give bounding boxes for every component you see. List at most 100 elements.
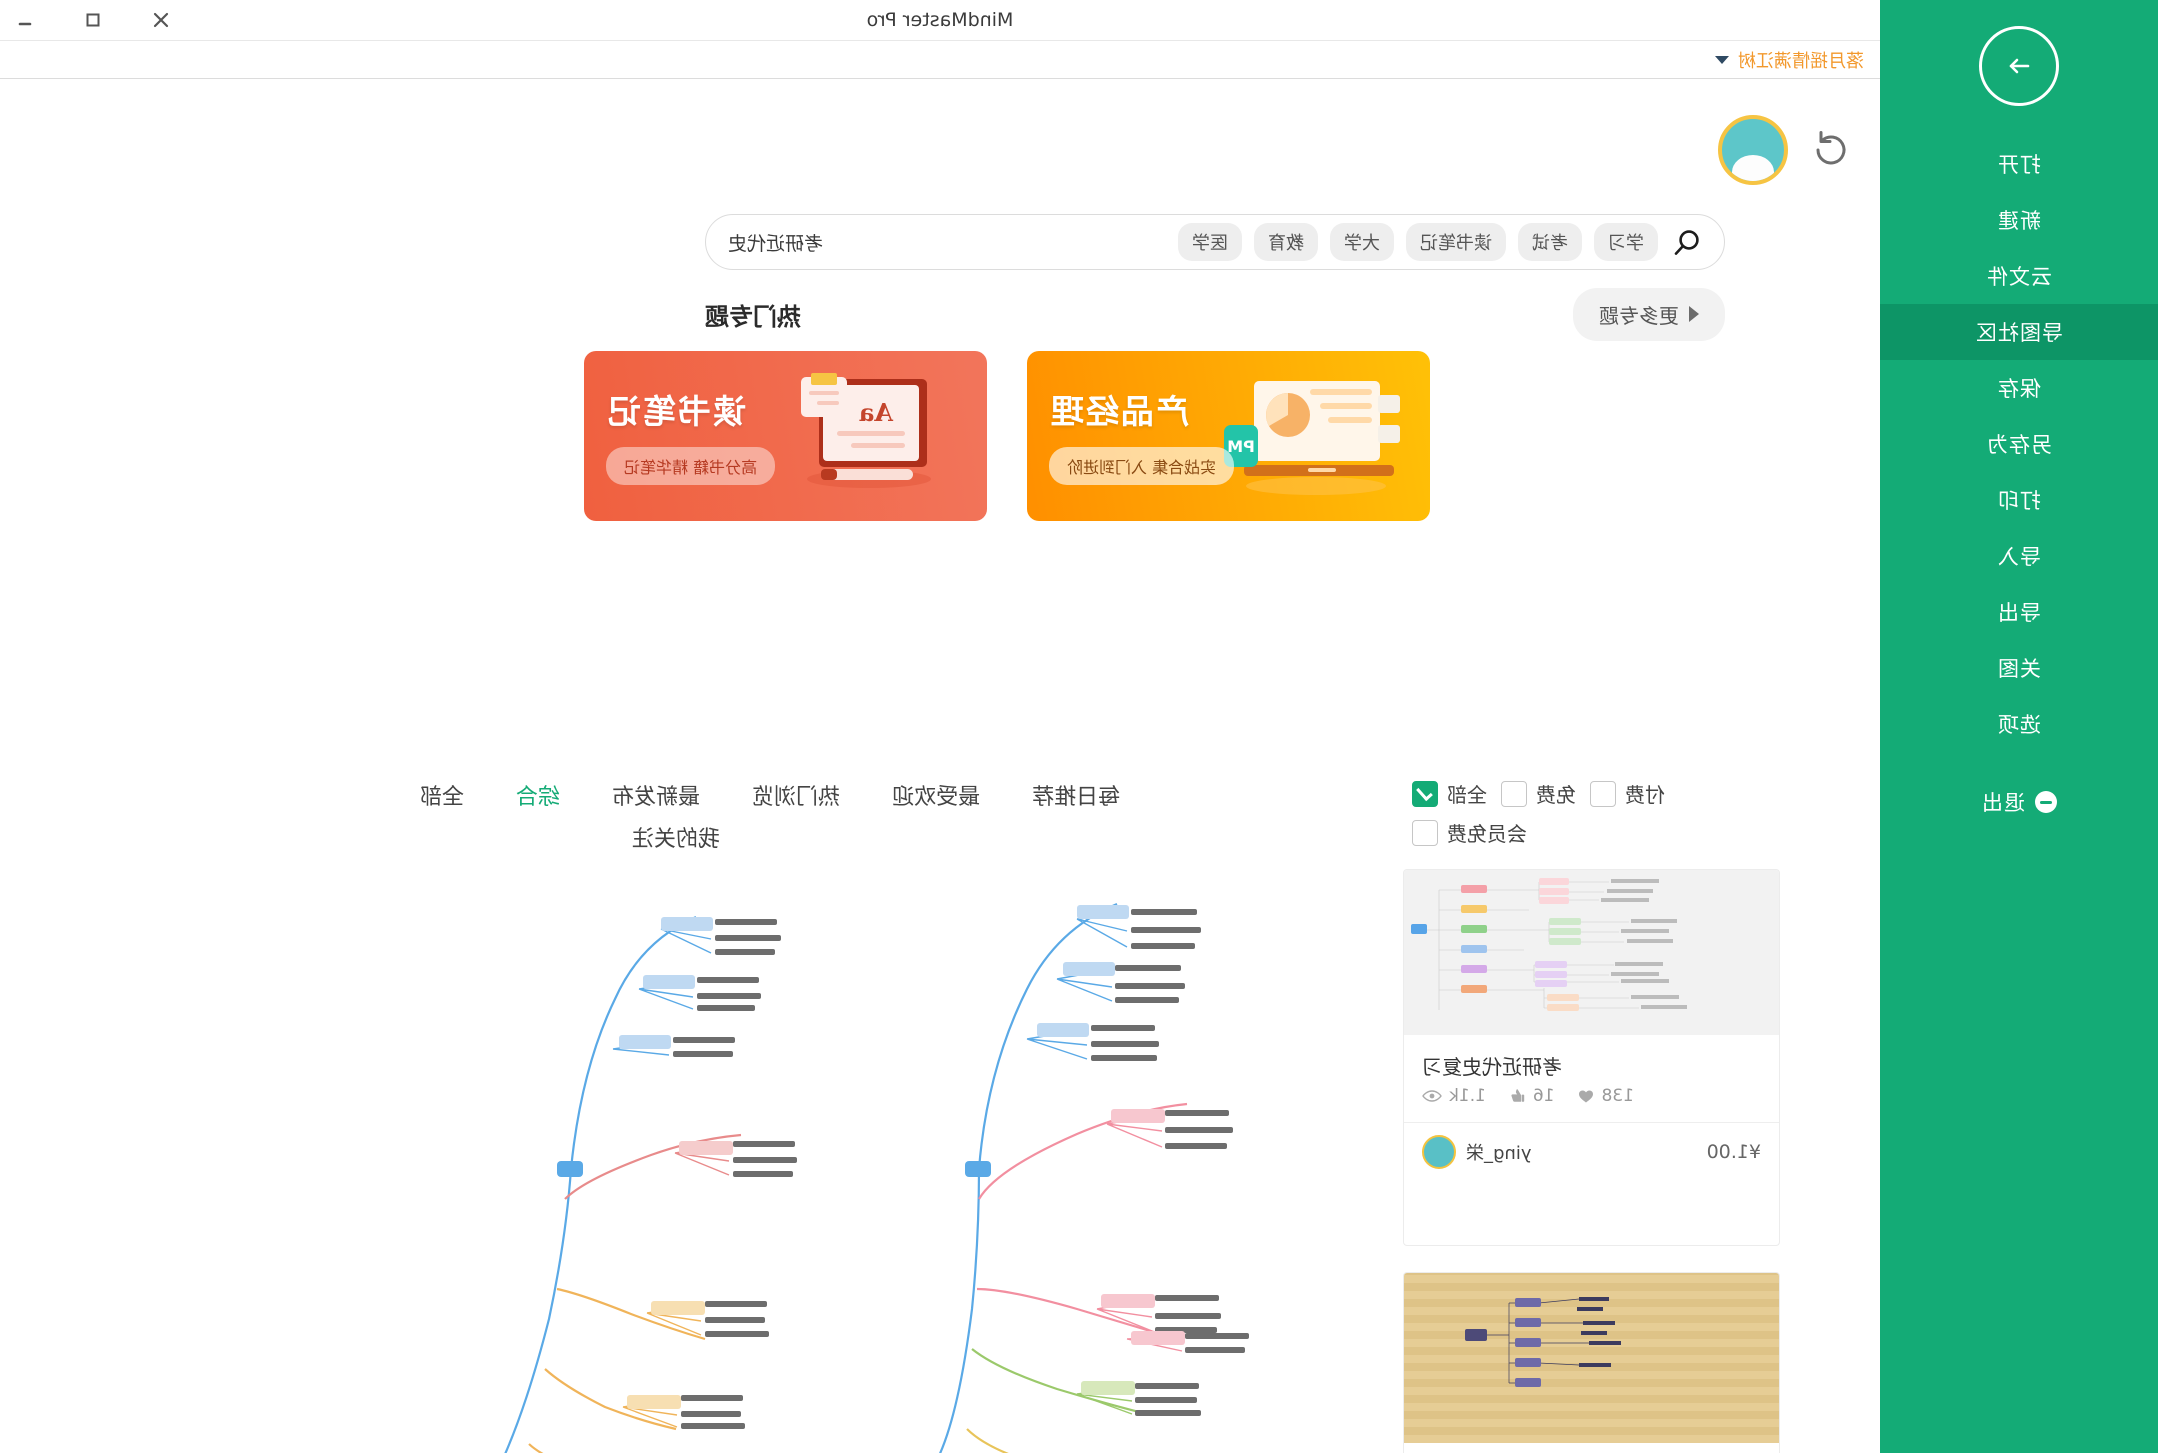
mindmap-graphic [488,915,797,1453]
banner-texts: 产品经理 实战合集 入门到进阶 [1049,385,1235,485]
template-thumbnail [1404,870,1779,1035]
template-card[interactable] [1403,1272,1780,1453]
price-option-member-free[interactable]: 会员免费 [1412,818,1527,847]
search-chip[interactable]: 大学 [1330,223,1394,261]
maximize-icon[interactable] [82,9,104,31]
sidebar-item-label: 打印 [1997,489,2041,513]
arrow-right-circle-icon[interactable] [1979,26,2059,106]
main-area: MindMaster Pro 落月摇情满江树 学习 考试 读书笔记 大学 教育 … [0,0,1880,1453]
price-option-label: 会员免费 [1447,822,1527,846]
search-chip[interactable]: 学习 [1594,223,1658,261]
checkbox-all[interactable] [1412,780,1438,807]
template-author[interactable]: ying_栄 [1422,1135,1532,1169]
minimize-icon[interactable] [14,9,36,31]
search-input[interactable]: 考研近代史 [728,229,823,256]
gallery-column-1: 考研近代史复习 138 16 1.1k ¥1.00 ying_栄 [1403,869,1780,1453]
app-title: MindMaster Pro [866,9,1014,31]
app-window: 打开 新建 云文件 导图社区 保存 另存为 打印 导入 导出 关图 选项 退出 … [0,0,2158,1453]
sidebar-item-save-as[interactable]: 另存为 [1880,416,2158,472]
sidebar-item-save[interactable]: 保存 [1880,360,2158,416]
window-controls [14,0,172,40]
svg-text:Aa: Aa [859,398,894,427]
top-icons [1718,115,1854,185]
minus-circle-icon [2035,791,2057,813]
banner-title: 产品经理 [1049,392,1189,431]
sidebar-item-label: 选项 [1997,713,2041,737]
mindmap-preview-wood [1465,1297,1621,1387]
title-bar: MindMaster Pro [0,0,1880,41]
sidebar: 打开 新建 云文件 导图社区 保存 另存为 打印 导入 导出 关图 选项 退出 [1880,0,2158,1453]
template-thumbnail [1404,1273,1779,1443]
template-card[interactable]: 考研近代史复习 138 16 1.1k ¥1.00 ying_栄 [1403,869,1780,1246]
heart-icon [1578,1090,1593,1103]
price-option-free[interactable]: 免费 [1501,779,1576,808]
checkbox-free[interactable] [1501,780,1527,807]
template-stats: 138 16 1.1k [1404,1086,1779,1122]
mindmap-preview-large-1 [927,869,1377,1453]
sidebar-item-label: 打开 [1997,153,2041,177]
sidebar-item-new[interactable]: 新建 [1880,192,2158,248]
price-option-label: 付费 [1625,783,1665,807]
more-topics-button[interactable]: 更多专题 [1573,287,1725,341]
notebook-illustration: Aa [801,373,931,488]
search-chip[interactable]: 教育 [1254,223,1318,261]
sidebar-item-close-map[interactable]: 关图 [1880,640,2158,696]
search-chip-list: 学习 考试 读书笔记 大学 教育 医学 [1178,223,1658,261]
search-icon[interactable] [1672,227,1702,257]
search-bar[interactable]: 学习 考试 读书笔记 大学 教育 医学 考研近代史 [705,214,1725,270]
price-filter-group: 付费 免费 全部 会员免费 [1412,779,1665,847]
favorites-count: 138 [1601,1086,1634,1106]
filter-tab-hot-views[interactable]: 热门浏览 [752,779,840,811]
tab-label: 落月摇情满江树 [1738,50,1864,72]
thumbs-up-icon [1511,1089,1525,1102]
eye-icon [1422,1090,1442,1102]
banner-reading-notes[interactable]: Aa 读书笔记 高分书籍 精华笔记 [584,351,987,521]
filter-tab-all[interactable]: 全部 [420,779,464,811]
checkbox-member-free[interactable] [1412,819,1438,846]
checkbox-paid[interactable] [1590,780,1616,807]
sidebar-item-import[interactable]: 导入 [1880,528,2158,584]
price-option-label: 免费 [1536,783,1576,807]
sidebar-item-print[interactable]: 打印 [1880,472,2158,528]
search-chip[interactable]: 考试 [1518,223,1582,261]
banner-texts: 读书笔记 高分书籍 精华笔记 [606,385,776,485]
filter-tab-most-popular[interactable]: 最受欢迎 [892,779,980,811]
stat-favorites: 138 [1577,1086,1634,1106]
sidebar-item-label: 保存 [1997,377,2041,401]
sidebar-item-cloud-files[interactable]: 云文件 [1880,248,2158,304]
banner-product-management[interactable]: PM 产品经理 实战合集 入门到进阶 [1027,351,1430,521]
avatar[interactable] [1718,115,1788,185]
filter-tab-newest[interactable]: 最新发布 [612,779,700,811]
price-filter-row: 会员免费 [1412,818,1527,847]
sidebar-item-label: 关图 [1997,657,2041,681]
close-icon[interactable] [150,9,172,31]
chevron-left-icon [1689,306,1699,322]
views-count: 1.1k [1449,1086,1486,1106]
banner-subtitle: 实战合集 入门到进阶 [1049,447,1235,485]
price-option-all[interactable]: 全部 [1412,779,1487,808]
refresh-icon[interactable] [1808,127,1854,173]
sidebar-item-label: 新建 [1997,209,2041,233]
price-option-paid[interactable]: 付费 [1590,779,1665,808]
hot-topics-header: 更多专题 热门专题 [705,284,1725,344]
banner-list: PM 产品经理 实战合集 入门到进阶 Aa 读书笔记 高分书籍 精华笔记 [584,351,1430,521]
sidebar-item-quit[interactable]: 退出 [1880,774,2158,830]
hot-topics-title: 热门专题 [705,302,801,331]
search-chip[interactable]: 医学 [1178,223,1242,261]
more-topics-label: 更多专题 [1599,303,1679,328]
my-focus-link[interactable]: 我的关注 [632,821,720,853]
sidebar-item-export[interactable]: 导出 [1880,584,2158,640]
sidebar-item-options[interactable]: 选项 [1880,696,2158,752]
filter-tab-daily[interactable]: 每日推荐 [1032,779,1120,811]
document-tab[interactable]: 落月摇情满江树 [1715,47,1864,73]
filter-tab-comprehensive[interactable]: 综合 [516,779,560,811]
sidebar-item-label: 另存为 [1986,433,2052,457]
laptop-chart-illustration: PM [1224,381,1400,495]
sidebar-item-label: 导入 [1997,545,2041,569]
sidebar-item-label: 云文件 [1986,265,2052,289]
tab-strip: 落月摇情满江树 [0,41,1880,79]
sidebar-item-open[interactable]: 打开 [1880,136,2158,192]
search-chip[interactable]: 读书笔记 [1406,223,1506,261]
sidebar-item-map-community[interactable]: 导图社区 [1880,304,2158,360]
chevron-down-icon[interactable] [1715,55,1729,64]
